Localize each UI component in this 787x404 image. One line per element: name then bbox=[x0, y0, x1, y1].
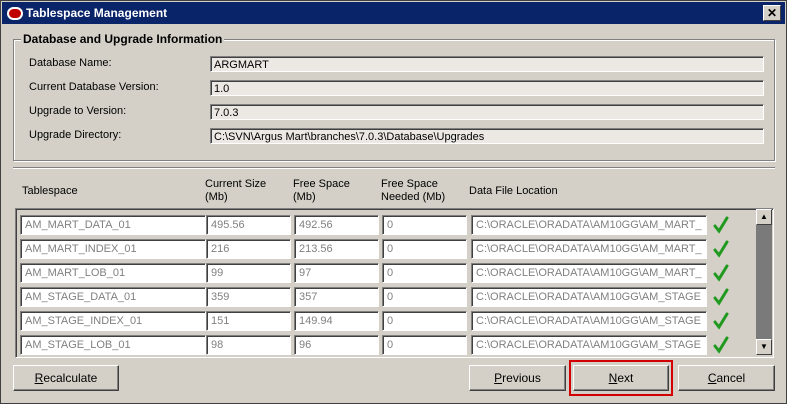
free-space-cell[interactable]: 492.56 bbox=[294, 215, 379, 235]
check-icon bbox=[713, 336, 729, 354]
tablespace-cell[interactable]: AM_MART_INDEX_01 bbox=[20, 239, 206, 259]
free-space-cell[interactable]: 357 bbox=[294, 287, 379, 307]
data-file-location-cell[interactable]: C:\ORACLE\ORADATA\AM10GG\AM_STAGE bbox=[471, 287, 707, 307]
scroll-up-button[interactable]: ▲ bbox=[756, 209, 772, 225]
recalculate-button[interactable]: Recalculate bbox=[13, 365, 119, 391]
free-space-needed-cell[interactable]: 0 bbox=[382, 215, 467, 235]
title-bar: Tablespace Management ✕ bbox=[2, 2, 785, 24]
free-space-cell[interactable]: 97 bbox=[294, 263, 379, 283]
header-tablespace: Tablespace bbox=[22, 185, 78, 197]
check-icon bbox=[713, 312, 729, 330]
table-row: AM_MART_DATA_01 495.56 492.56 0 C:\ORACLE\OR… bbox=[16, 215, 756, 235]
header-free-space-needed: Free Space Needed (Mb) bbox=[381, 178, 446, 203]
data-file-location-cell[interactable]: C:\ORACLE\ORADATA\AM10GG\AM_STAGE bbox=[471, 311, 707, 331]
current-version-label: Current Database Version: bbox=[29, 81, 159, 93]
database-name-label: Database Name: bbox=[29, 57, 112, 69]
next-button[interactable]: Next bbox=[573, 365, 669, 391]
close-button[interactable]: ✕ bbox=[763, 5, 781, 21]
oracle-logo-icon bbox=[7, 7, 23, 20]
header-data-file-location: Data File Location bbox=[469, 185, 558, 197]
database-name-field: ARGMART bbox=[210, 56, 764, 72]
vertical-scrollbar[interactable]: ▲ ▼ bbox=[756, 209, 772, 355]
tablespace-cell[interactable]: AM_STAGE_INDEX_01 bbox=[20, 311, 206, 331]
free-space-needed-cell[interactable]: 0 bbox=[382, 287, 467, 307]
free-space-needed-cell[interactable]: 0 bbox=[382, 311, 467, 331]
free-space-cell[interactable]: 149.94 bbox=[294, 311, 379, 331]
current-size-cell[interactable]: 151 bbox=[206, 311, 291, 331]
tablespace-cell[interactable]: AM_MART_LOB_01 bbox=[20, 263, 206, 283]
upgrade-version-label: Upgrade to Version: bbox=[29, 105, 127, 117]
header-free-space: Free Space (Mb) bbox=[293, 178, 350, 203]
tablespace-grid: AM_MART_DATA_01 495.56 492.56 0 C:\ORACLE\OR… bbox=[15, 208, 774, 358]
check-icon bbox=[713, 240, 729, 258]
free-space-needed-cell[interactable]: 0 bbox=[382, 263, 467, 283]
check-icon bbox=[713, 264, 729, 282]
current-size-cell[interactable]: 99 bbox=[206, 263, 291, 283]
data-file-location-cell[interactable]: C:\ORACLE\ORADATA\AM10GG\AM_MART_ bbox=[471, 263, 707, 283]
separator bbox=[13, 167, 775, 169]
header-current-size: Current Size (Mb) bbox=[205, 178, 267, 203]
table-row: AM_STAGE_DATA_01 359 357 0 C:\ORACLE\ORADATA… bbox=[16, 287, 756, 307]
tablespace-cell[interactable]: AM_STAGE_LOB_01 bbox=[20, 335, 206, 355]
cancel-button[interactable]: Cancel bbox=[678, 365, 775, 391]
check-icon bbox=[713, 288, 729, 306]
table-row: AM_MART_LOB_01 99 97 0 C:\ORACLE\ORADATA\AM1… bbox=[16, 263, 756, 283]
data-file-location-cell[interactable]: C:\ORACLE\ORADATA\AM10GG\AM_MART_ bbox=[471, 215, 707, 235]
current-size-cell[interactable]: 216 bbox=[206, 239, 291, 259]
scrollbar-thumb[interactable] bbox=[756, 225, 772, 339]
free-space-cell[interactable]: 96 bbox=[294, 335, 379, 355]
current-size-cell[interactable]: 359 bbox=[206, 287, 291, 307]
tablespace-cell[interactable]: AM_STAGE_DATA_01 bbox=[20, 287, 206, 307]
free-space-needed-cell[interactable]: 0 bbox=[382, 239, 467, 259]
current-size-cell[interactable]: 98 bbox=[206, 335, 291, 355]
free-space-cell[interactable]: 213.56 bbox=[294, 239, 379, 259]
data-file-location-cell[interactable]: C:\ORACLE\ORADATA\AM10GG\AM_MART_ bbox=[471, 239, 707, 259]
free-space-needed-cell[interactable]: 0 bbox=[382, 335, 467, 355]
current-size-cell[interactable]: 495.56 bbox=[206, 215, 291, 235]
table-row: AM_STAGE_LOB_01 98 96 0 C:\ORACLE\ORADATA\AM… bbox=[16, 335, 756, 355]
table-row: AM_MART_INDEX_01 216 213.56 0 C:\ORACLE\ORAD… bbox=[16, 239, 756, 259]
current-version-field: 1.0 bbox=[210, 80, 764, 96]
upgrade-directory-label: Upgrade Directory: bbox=[29, 129, 122, 141]
upgrade-directory-field: C:\SVN\Argus Mart\branches\7.0.3\Databas… bbox=[210, 128, 764, 144]
previous-button[interactable]: Previous bbox=[469, 365, 566, 391]
upgrade-version-field: 7.0.3 bbox=[210, 104, 764, 120]
check-icon bbox=[713, 216, 729, 234]
data-file-location-cell[interactable]: C:\ORACLE\ORADATA\AM10GG\AM_STAGE bbox=[471, 335, 707, 355]
tablespace-management-window: Tablespace Management ✕ Database and Upg… bbox=[0, 0, 787, 404]
window-title: Tablespace Management bbox=[26, 6, 168, 20]
tablespace-cell[interactable]: AM_MART_DATA_01 bbox=[20, 215, 206, 235]
table-row: AM_STAGE_INDEX_01 151 149.94 0 C:\ORACLE\ORA… bbox=[16, 311, 756, 331]
info-group-title: Database and Upgrade Information bbox=[21, 32, 225, 46]
scroll-down-button[interactable]: ▼ bbox=[756, 339, 772, 355]
